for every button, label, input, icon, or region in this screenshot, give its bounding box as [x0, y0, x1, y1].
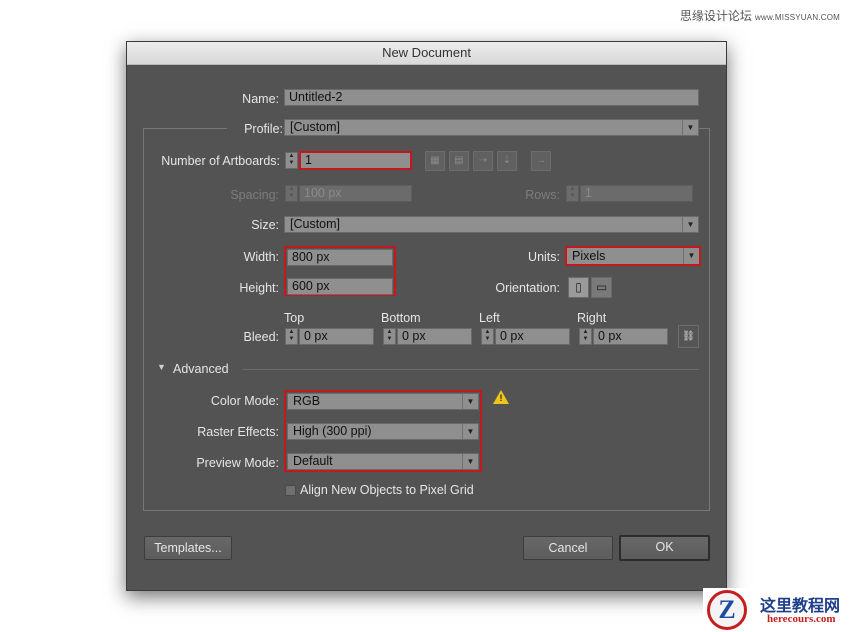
portrait-orientation-icon[interactable]: ▯ — [568, 277, 589, 298]
bleed-label: Bleed: — [243, 330, 279, 344]
bleed-bottom-input[interactable]: 0 px — [397, 328, 472, 345]
grid-by-row-icon[interactable]: ▦ — [425, 151, 445, 171]
size-label: Size: — [251, 218, 279, 232]
landscape-orientation-icon[interactable]: ▭ — [591, 277, 612, 298]
bleed-right-input[interactable]: 0 px — [593, 328, 668, 345]
bleed-left-input[interactable]: 0 px — [495, 328, 570, 345]
bleed-bottom-stepper[interactable]: ▲ ▼ — [383, 328, 396, 345]
chevron-down-icon: ▼ — [462, 454, 478, 469]
bleed-right-stepper[interactable]: ▲ ▼ — [579, 328, 592, 345]
logo-domain: herecours.com — [767, 613, 836, 625]
warning-icon: ! — [493, 390, 509, 406]
width-input[interactable]: 800 px — [287, 249, 393, 266]
arrange-by-row-icon[interactable]: ⇢ — [473, 151, 493, 171]
size-value: [Custom] — [290, 217, 341, 231]
bleed-right-label: Right — [577, 311, 607, 325]
height-label: Height: — [239, 281, 279, 295]
profile-label: Profile: — [227, 122, 283, 136]
chevron-down-icon: ▼ — [462, 394, 478, 409]
spacing-input: 100 px — [299, 185, 412, 202]
align-pixel-grid-label[interactable]: Align New Objects to Pixel Grid — [300, 483, 474, 497]
chevron-down-icon: ▼ — [682, 120, 698, 135]
name-label: Name: — [242, 92, 279, 106]
raster-effects-dropdown[interactable]: High (300 ppi) ▼ — [287, 423, 479, 440]
color-mode-label: Color Mode: — [210, 394, 279, 408]
units-label: Units: — [528, 250, 560, 264]
size-dropdown[interactable]: [Custom] ▼ — [284, 216, 699, 233]
artboards-input[interactable]: 1 — [299, 151, 412, 170]
bleed-top-stepper[interactable]: ▲ ▼ — [285, 328, 298, 345]
layout-direction-icon[interactable]: → — [531, 151, 551, 171]
orientation-label: Orientation: — [495, 281, 560, 295]
name-input[interactable]: Untitled-2 — [284, 89, 699, 106]
artboards-stepper[interactable]: ▲ ▼ — [285, 152, 298, 169]
rows-input: 1 — [580, 185, 693, 202]
arrange-by-column-icon[interactable]: ⇣ — [497, 151, 517, 171]
collapse-triangle-icon[interactable]: ▼ — [157, 362, 166, 372]
watermark-top: 思缘设计论坛 www.MISSYUAN.COM — [680, 7, 840, 24]
grid-by-column-icon[interactable]: ▤ — [449, 151, 469, 171]
units-value: Pixels — [572, 249, 606, 263]
color-mode-dropdown[interactable]: RGB ▼ — [287, 393, 479, 410]
logo-letter: Z — [718, 595, 736, 624]
cancel-button[interactable]: Cancel — [523, 536, 613, 560]
link-chain-icon[interactable]: ⛓ — [678, 325, 699, 348]
align-pixel-grid-checkbox[interactable] — [285, 485, 296, 496]
profile-dropdown[interactable]: [Custom] ▼ — [284, 119, 699, 136]
new-document-dialog: New Document Name: Untitled-2 Profile: [… — [126, 41, 727, 591]
rows-stepper: ▲ ▼ — [566, 185, 579, 202]
bleed-bottom-label: Bottom — [381, 311, 421, 325]
spacing-label: Spacing: — [230, 188, 279, 202]
bleed-left-stepper[interactable]: ▲ ▼ — [481, 328, 494, 345]
width-label: Width: — [243, 250, 279, 264]
watermark-site-cn: 思缘设计论坛 — [679, 9, 752, 23]
rows-label: Rows: — [525, 188, 560, 202]
ok-button[interactable]: OK — [619, 535, 710, 561]
raster-effects-label: Raster Effects: — [197, 425, 279, 439]
chevron-down-icon: ▼ — [462, 424, 478, 439]
bleed-left-label: Left — [479, 311, 500, 325]
advanced-divider — [242, 369, 699, 370]
watermark-site-en: www.MISSYUAN.COM — [755, 13, 840, 22]
raster-effects-value: High (300 ppi) — [293, 424, 372, 438]
spacing-stepper: ▲ ▼ — [285, 185, 298, 202]
dialog-title: New Document — [127, 42, 726, 65]
preview-mode-value: Default — [293, 454, 333, 468]
color-mode-value: RGB — [293, 394, 321, 408]
preview-mode-label: Preview Mode: — [196, 456, 279, 470]
bleed-top-input[interactable]: 0 px — [299, 328, 374, 345]
watermark-logo: Z 这里教程网 herecours.com — [703, 588, 850, 632]
advanced-label[interactable]: Advanced — [173, 362, 229, 376]
profile-value: [Custom] — [290, 120, 341, 134]
bleed-top-label: Top — [284, 311, 305, 325]
templates-button[interactable]: Templates... — [144, 536, 232, 560]
height-input[interactable]: 600 px — [287, 278, 393, 295]
units-dropdown[interactable]: Pixels ▼ — [565, 246, 701, 266]
artboards-label: Number of Artboards: — [161, 154, 280, 168]
preview-mode-dropdown[interactable]: Default ▼ — [287, 453, 479, 470]
chevron-down-icon: ▼ — [682, 217, 698, 232]
chevron-down-icon: ▼ — [683, 248, 699, 264]
